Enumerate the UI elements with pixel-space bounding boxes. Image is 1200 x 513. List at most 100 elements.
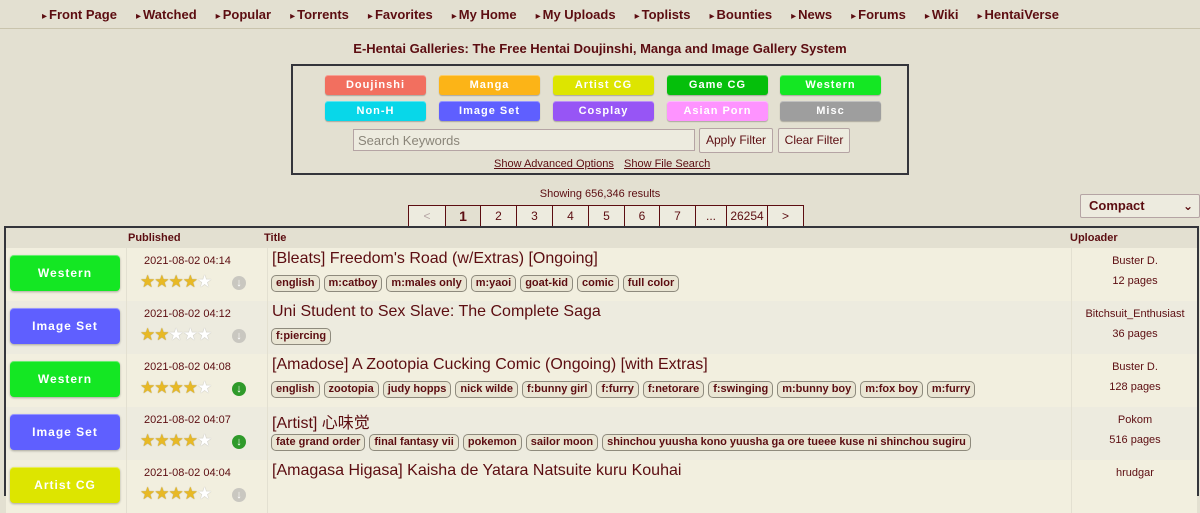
nav-item-forums[interactable]: Forums bbox=[851, 7, 906, 22]
tag[interactable]: zootopia bbox=[323, 381, 379, 398]
torrent-download-icon[interactable]: ↓ bbox=[232, 382, 246, 396]
nav-item-bounties[interactable]: Bounties bbox=[709, 7, 773, 22]
title-cell: [Artist] 心味觉 fate grand order final fantas… bbox=[267, 407, 1068, 460]
tag[interactable]: m:fox boy bbox=[860, 381, 923, 398]
page-7-link[interactable]: 7 bbox=[659, 205, 695, 227]
tag[interactable]: english bbox=[271, 275, 320, 292]
tag[interactable]: f:furry bbox=[596, 381, 639, 398]
search-input[interactable] bbox=[353, 129, 695, 151]
gallery-title-link[interactable]: [Bleats] Freedom's Road (w/Extras) [Ongo… bbox=[272, 250, 598, 268]
tag[interactable]: f:piercing bbox=[271, 328, 332, 345]
row-category-badge[interactable]: Image Set bbox=[10, 308, 120, 344]
star-icon: ★ bbox=[168, 378, 184, 397]
published-cell: 2021-08-02 04:07 ★★★★★ ↓ bbox=[128, 407, 263, 460]
uploader-cell: Buster D. 12 pages bbox=[1071, 248, 1198, 301]
gallery-table: Published Title Uploader Western 2021-08-… bbox=[4, 226, 1199, 513]
row-category-badge[interactable]: Artist CG bbox=[10, 467, 120, 503]
prev-page-button[interactable]: < bbox=[408, 205, 445, 227]
tag[interactable]: m:males only bbox=[386, 275, 467, 292]
star-icon: ★ bbox=[182, 325, 198, 344]
nav-item-hentaiverse[interactable]: HentaiVerse bbox=[977, 7, 1059, 22]
tag[interactable]: m:yaoi bbox=[470, 275, 517, 292]
tag[interactable]: sailor moon bbox=[525, 434, 599, 451]
next-page-button[interactable]: > bbox=[767, 205, 804, 227]
page-4-link[interactable]: 4 bbox=[552, 205, 588, 227]
star-icon: ★ bbox=[154, 484, 169, 503]
tag[interactable]: shinchou yuusha kono yuusha ga ore tueee… bbox=[602, 434, 971, 451]
tag[interactable]: f:netorare bbox=[642, 381, 705, 398]
row-category-badge[interactable]: Western bbox=[10, 255, 120, 291]
category-image-set-button[interactable]: Image Set bbox=[439, 101, 540, 121]
gallery-title-link[interactable]: [Artist] 心味觉 bbox=[272, 409, 370, 433]
clear-filter-button[interactable]: Clear Filter bbox=[778, 128, 850, 153]
page-3-link[interactable]: 3 bbox=[516, 205, 552, 227]
uploader-link[interactable]: Buster D. bbox=[1072, 361, 1198, 373]
header-uploader[interactable]: Uploader bbox=[1070, 228, 1196, 248]
nav-item-watched[interactable]: Watched bbox=[136, 7, 197, 22]
nav-item-favorites[interactable]: Favorites bbox=[368, 7, 433, 22]
uploader-link[interactable]: Buster D. bbox=[1072, 255, 1198, 267]
tag[interactable]: nick wilde bbox=[455, 381, 518, 398]
tag-list: f:piercing bbox=[271, 328, 335, 345]
nav-item-my-uploads[interactable]: My Uploads bbox=[536, 7, 616, 22]
apply-filter-button[interactable]: Apply Filter bbox=[699, 128, 773, 153]
page-5-link[interactable]: 5 bbox=[588, 205, 624, 227]
star-icon: ★ bbox=[182, 272, 198, 291]
gallery-title-link[interactable]: [Amadose] A Zootopia Cucking Comic (Ongo… bbox=[272, 356, 708, 374]
tag[interactable]: english bbox=[271, 381, 320, 398]
nav-item-torrents[interactable]: Torrents bbox=[290, 7, 349, 22]
display-mode-select[interactable]: Compact ⌄ bbox=[1080, 194, 1200, 218]
tag[interactable]: comic bbox=[576, 275, 619, 292]
nav-item-toplists[interactable]: Toplists bbox=[635, 7, 691, 22]
torrent-download-icon[interactable]: ↓ bbox=[232, 435, 246, 449]
header-title[interactable]: Title bbox=[264, 228, 1070, 248]
category-non-h-button[interactable]: Non-H bbox=[325, 101, 426, 121]
tag[interactable]: m:catboy bbox=[323, 275, 383, 292]
published-date: 2021-08-02 04:12 bbox=[144, 308, 231, 320]
nav-item-wiki[interactable]: Wiki bbox=[925, 7, 959, 22]
uploader-link[interactable]: hrudgar bbox=[1072, 467, 1198, 479]
category-game-cg-button[interactable]: Game CG bbox=[667, 75, 768, 95]
tag[interactable]: m:bunny boy bbox=[777, 381, 857, 398]
show-advanced-options-link[interactable]: Show Advanced Options bbox=[494, 158, 614, 170]
tag[interactable]: goat-kid bbox=[520, 275, 573, 292]
category-asian-porn-button[interactable]: Asian Porn bbox=[667, 101, 768, 121]
page-count: 128 pages bbox=[1109, 381, 1161, 393]
show-file-search-link[interactable]: Show File Search bbox=[624, 158, 710, 170]
nav-item-news[interactable]: News bbox=[791, 7, 832, 22]
page-26254-link[interactable]: 26254 bbox=[726, 205, 767, 227]
tag[interactable]: m:furry bbox=[926, 381, 976, 398]
row-category-badge[interactable]: Western bbox=[10, 361, 120, 397]
star-icon: ★ bbox=[140, 484, 155, 503]
category-manga-button[interactable]: Manga bbox=[439, 75, 540, 95]
nav-item-my-home[interactable]: My Home bbox=[452, 7, 517, 22]
page-1-link[interactable]: 1 bbox=[445, 205, 480, 227]
gallery-title-link[interactable]: [Amagasa Higasa] Kaisha de Yatara Natsui… bbox=[272, 462, 681, 480]
header-published[interactable]: Published bbox=[128, 228, 264, 248]
row-category-badge[interactable]: Image Set bbox=[10, 414, 120, 450]
category-cosplay-button[interactable]: Cosplay bbox=[553, 101, 654, 121]
tag[interactable]: f:swinging bbox=[708, 381, 774, 398]
category-misc-button[interactable]: Misc bbox=[780, 101, 881, 121]
tag[interactable]: final fantasy vii bbox=[369, 434, 459, 451]
tag[interactable]: fate grand order bbox=[271, 434, 366, 451]
star-icon: ★ bbox=[182, 484, 198, 503]
uploader-link[interactable]: Pokom bbox=[1072, 414, 1198, 426]
tag[interactable]: full color bbox=[622, 275, 680, 292]
category-artist-cg-button[interactable]: Artist CG bbox=[553, 75, 654, 95]
published-date: 2021-08-02 04:14 bbox=[144, 255, 231, 267]
star-icon: ★ bbox=[154, 325, 169, 344]
category-doujinshi-button[interactable]: Doujinshi bbox=[325, 75, 426, 95]
gallery-title-link[interactable]: Uni Student to Sex Slave: The Complete S… bbox=[272, 303, 601, 321]
star-icon: ★ bbox=[140, 431, 155, 450]
nav-item-popular[interactable]: Popular bbox=[216, 7, 271, 22]
tag[interactable]: pokemon bbox=[462, 434, 522, 451]
uploader-link[interactable]: Bitchsuit_Enthusiast bbox=[1072, 308, 1198, 320]
tag[interactable]: f:bunny girl bbox=[521, 381, 593, 398]
tag-list: english m:catboy m:males only m:yaoi goat-ki… bbox=[271, 275, 683, 292]
category-western-button[interactable]: Western bbox=[780, 75, 881, 95]
page-2-link[interactable]: 2 bbox=[480, 205, 516, 227]
nav-item-front-page[interactable]: Front Page bbox=[42, 7, 117, 22]
tag[interactable]: judy hopps bbox=[382, 381, 452, 398]
page-6-link[interactable]: 6 bbox=[624, 205, 659, 227]
